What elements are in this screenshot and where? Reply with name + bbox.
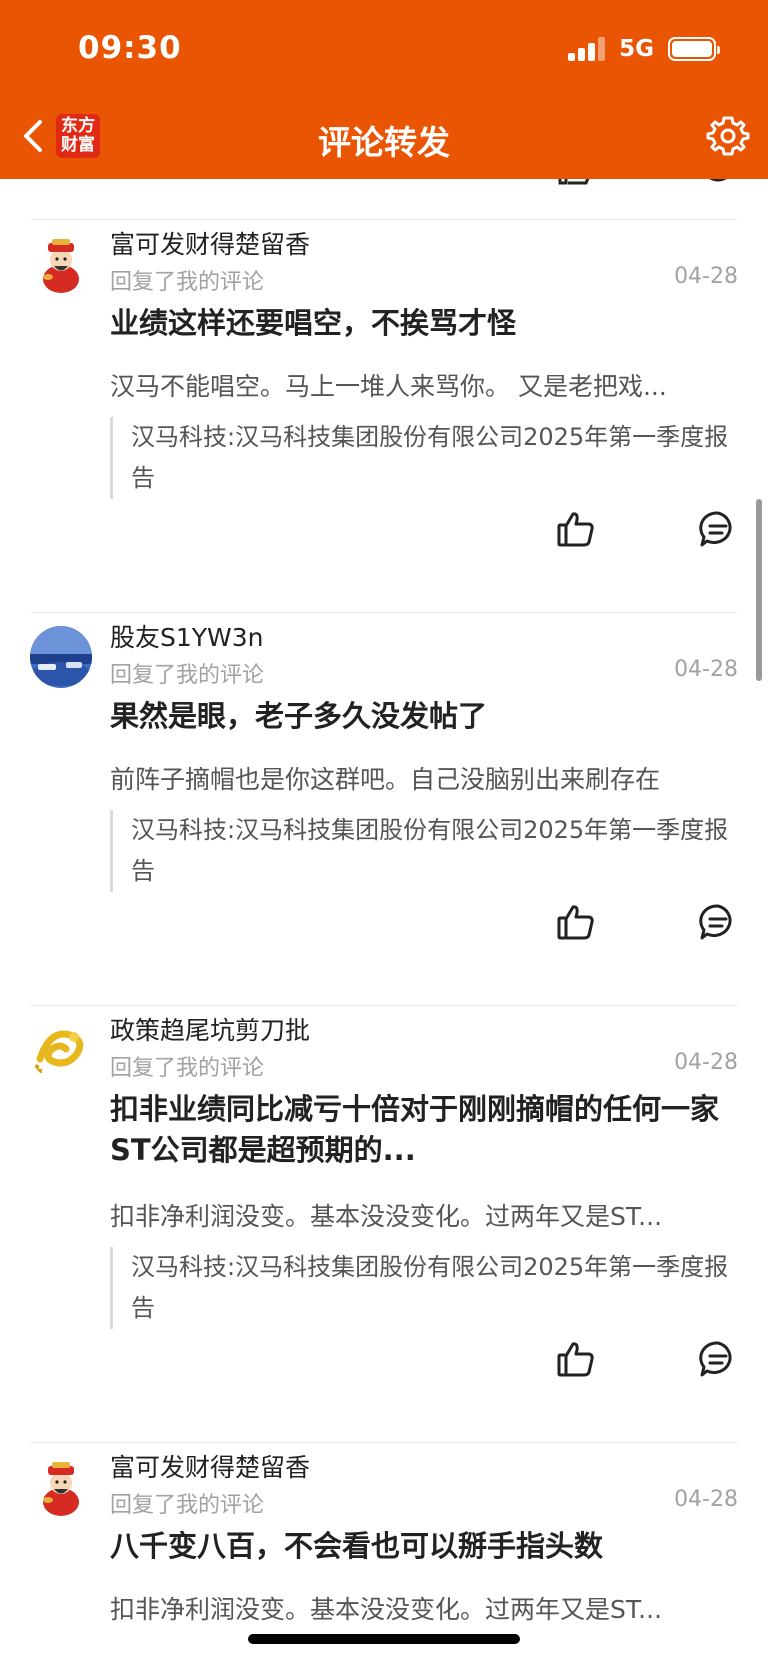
status-indicators: 5G bbox=[568, 36, 720, 62]
home-indicator[interactable] bbox=[248, 1634, 520, 1644]
thumbs-up-icon[interactable] bbox=[556, 179, 596, 185]
quoted-post[interactable]: 汉马科技:汉马科技集团股份有限公司2025年第一季度报告 bbox=[110, 810, 730, 892]
thumbs-up-icon[interactable] bbox=[556, 509, 596, 549]
divider bbox=[30, 219, 738, 220]
reply-excerpt[interactable]: 扣非净利润没变。基本没没变化。过两年又是ST... bbox=[110, 1590, 730, 1626]
comment-date: 04-28 bbox=[674, 264, 738, 289]
reply-excerpt[interactable]: 扣非净利润没变。基本没没变化。过两年又是ST... bbox=[110, 1197, 730, 1233]
status-time: 09:30 bbox=[78, 30, 182, 66]
thumbs-up-icon[interactable] bbox=[556, 1339, 596, 1379]
comment-date: 04-28 bbox=[674, 1487, 738, 1512]
comment-date: 04-28 bbox=[674, 1050, 738, 1075]
avatar[interactable] bbox=[30, 1456, 92, 1518]
username[interactable]: 股友S1YW3n bbox=[110, 618, 264, 654]
page-title: 评论转发 bbox=[318, 123, 450, 162]
network-label: 5G bbox=[619, 36, 654, 62]
reply-tag: 回复了我的评论 bbox=[110, 1056, 265, 1081]
reply-excerpt[interactable]: 汉马不能唱空。马上一堆人来骂你。 又是老把戏... bbox=[110, 367, 730, 403]
previous-item-actions bbox=[0, 179, 768, 185]
comment-title[interactable]: 果然是眼，老子多久没发帖了 bbox=[110, 696, 730, 737]
comment-bubble-icon[interactable] bbox=[698, 179, 738, 185]
comment-title[interactable]: 八千变八百，不会看也可以掰手指头数 bbox=[110, 1526, 730, 1567]
reply-tag: 回复了我的评论 bbox=[110, 1493, 265, 1518]
divider bbox=[30, 1005, 738, 1006]
comment-title[interactable]: 扣非业绩同比减亏十倍对于刚刚摘帽的任何一家ST公司都是超预期的... bbox=[110, 1089, 730, 1171]
reply-tag: 回复了我的评论 bbox=[110, 663, 265, 688]
divider bbox=[30, 612, 738, 613]
reply-tag: 回复了我的评论 bbox=[110, 270, 265, 295]
comment-bubble-icon[interactable] bbox=[698, 1339, 738, 1379]
gear-icon[interactable] bbox=[706, 114, 750, 158]
top-bar: 09:30 5G 东方 财富 评论转发 bbox=[0, 0, 768, 179]
landscape-avatar-icon bbox=[30, 626, 92, 688]
comment-list[interactable]: 富可发财得楚留香 回复了我的评论 04-28 业绩这样还要唱空，不挨骂才怪 汉马… bbox=[0, 179, 768, 1663]
comment-bubble-icon[interactable] bbox=[698, 509, 738, 549]
avatar[interactable] bbox=[30, 233, 92, 295]
caishen-avatar-icon bbox=[30, 1456, 92, 1518]
thumbs-up-icon[interactable] bbox=[556, 902, 596, 942]
username[interactable]: 富可发财得楚留香 bbox=[110, 1448, 310, 1484]
quoted-post[interactable]: 汉马科技:汉马科技集团股份有限公司2025年第一季度报告 bbox=[110, 1247, 730, 1329]
username[interactable]: 政策趋尾坑剪刀批 bbox=[110, 1011, 310, 1047]
avatar[interactable] bbox=[30, 1019, 92, 1081]
quoted-post[interactable]: 汉马科技:汉马科技集团股份有限公司2025年第一季度报告 bbox=[110, 417, 730, 499]
caishen-avatar-icon bbox=[30, 233, 92, 295]
comment-date: 04-28 bbox=[674, 657, 738, 682]
golden-dragon-avatar-icon bbox=[30, 1019, 92, 1081]
comment-title[interactable]: 业绩这样还要唱空，不挨骂才怪 bbox=[110, 303, 730, 344]
reply-excerpt[interactable]: 前阵子摘帽也是你这群吧。自己没脑别出来刷存在 bbox=[110, 760, 730, 796]
username[interactable]: 富可发财得楚留香 bbox=[110, 225, 310, 261]
scrollbar[interactable] bbox=[756, 499, 762, 681]
signal-icon bbox=[568, 37, 606, 61]
avatar[interactable] bbox=[30, 626, 92, 688]
comment-bubble-icon[interactable] bbox=[698, 902, 738, 942]
divider bbox=[30, 1442, 738, 1443]
battery-icon bbox=[668, 37, 720, 61]
